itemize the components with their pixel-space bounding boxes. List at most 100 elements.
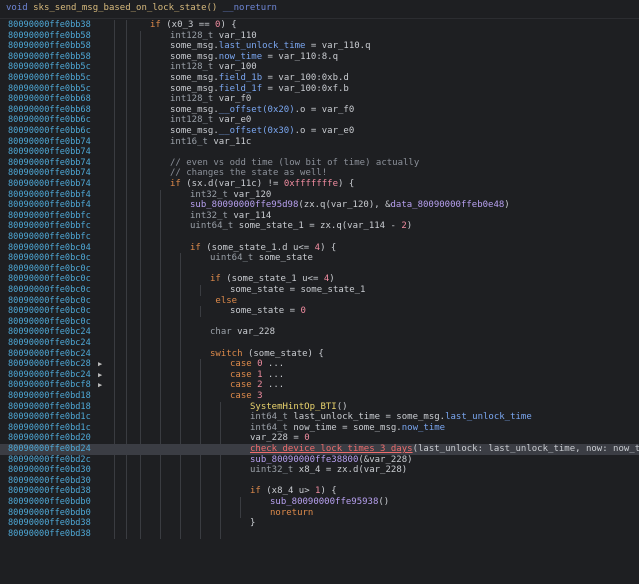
decompiled-code-view[interactable]: 80090000ffe0bb38 if (x0_3 == 0) {80090000… [0, 20, 639, 584]
address-label[interactable]: 80090000ffe0bb58 [8, 41, 91, 52]
code-line[interactable]: 80090000ffe0bb6c int128_t var_e0 [0, 115, 639, 126]
address-label[interactable]: 80090000ffe0bd1c [8, 412, 91, 423]
code-line[interactable]: 80090000ffe0bc28 ▶ case 0 ... [0, 359, 639, 370]
token-fld[interactable]: now_time [219, 52, 262, 62]
code-line[interactable]: 80090000ffe0bb5c some_msg.field_1b = var_… [0, 73, 639, 84]
address-label[interactable]: 80090000ffe0bc0c [8, 253, 91, 264]
code-line[interactable]: 80090000ffe0bbf4 sub_80090000ffe95d98(zx.… [0, 200, 639, 211]
code-line[interactable]: 80090000ffe0bc0c some_state = some_state_… [0, 285, 639, 296]
code-line[interactable]: 80090000ffe0bd38 [0, 529, 639, 540]
code-line[interactable]: 80090000ffe0bc0c if (some_state_1 u<= 4) [0, 274, 639, 285]
address-label[interactable]: 80090000ffe0bbfc [8, 232, 91, 243]
token-sym[interactable]: sub_80090000ffe95d98 [190, 200, 298, 210]
address-label[interactable]: 80090000ffe0bbfc [8, 221, 91, 232]
address-label[interactable]: 80090000ffe0bdb0 [8, 508, 91, 519]
code-line[interactable]: 80090000ffe0bb68 int128_t var_f0 [0, 94, 639, 105]
address-label[interactable]: 80090000ffe0bc0c [8, 306, 91, 317]
token-fld[interactable]: __offset(0x20) [219, 105, 295, 115]
code-line[interactable]: 80090000ffe0bb74 int16_t var_11c [0, 137, 639, 148]
address-label[interactable]: 80090000ffe0bc24 [8, 327, 91, 338]
address-label[interactable]: 80090000ffe0bc0c [8, 285, 91, 296]
code-line[interactable]: 80090000ffe0bb38 if (x0_3 == 0) { [0, 20, 639, 31]
address-label[interactable]: 80090000ffe0bb68 [8, 105, 91, 116]
address-label[interactable]: 80090000ffe0bb5c [8, 62, 91, 73]
address-label[interactable]: 80090000ffe0bd38 [8, 529, 91, 540]
code-line[interactable]: 80090000ffe0bb58 some_msg.last_unlock_tim… [0, 41, 639, 52]
code-line[interactable]: 80090000ffe0bd30 uint32_t x8_4 = zx.d(var… [0, 465, 639, 476]
code-line[interactable]: 80090000ffe0bc24 switch (some_state) { [0, 349, 639, 360]
code-line[interactable]: 80090000ffe0bb74 // changes the state as … [0, 168, 639, 179]
code-line[interactable]: 80090000ffe0bbfc int32_t var_114 [0, 211, 639, 222]
address-label[interactable]: 80090000ffe0bc0c [8, 317, 91, 328]
code-line[interactable]: 80090000ffe0bb5c some_msg.field_1f = var_… [0, 84, 639, 95]
address-label[interactable]: 80090000ffe0bd2c [8, 455, 91, 466]
address-label[interactable]: 80090000ffe0bb6c [8, 115, 91, 126]
address-label[interactable]: 80090000ffe0bd18 [8, 391, 91, 402]
code-line[interactable]: 80090000ffe0bd18 SystemHintOp_BTI() [0, 402, 639, 413]
code-line[interactable]: 80090000ffe0bb74 if (sx.d(var_11c) != 0xf… [0, 179, 639, 190]
code-line[interactable]: 80090000ffe0bdb0 sub_80090000ffe95938() [0, 497, 639, 508]
code-line[interactable]: 80090000ffe0bbfc [0, 232, 639, 243]
address-label[interactable]: 80090000ffe0bc0c [8, 274, 91, 285]
address-label[interactable]: 80090000ffe0bc24 [8, 349, 91, 360]
address-label[interactable]: 80090000ffe0bd30 [8, 476, 91, 487]
function-name[interactable]: sks_send_msg_based_on_lock_state() [33, 3, 217, 13]
code-line[interactable]: 80090000ffe0bb58 int128_t var_110 [0, 31, 639, 42]
address-label[interactable]: 80090000ffe0bb5c [8, 73, 91, 84]
token-err[interactable]: check_device_lock_times_3_days [250, 444, 413, 454]
code-line[interactable]: 80090000ffe0bb74 [0, 147, 639, 158]
token-sym[interactable]: sub_80090000ffe95938 [270, 497, 378, 507]
address-label[interactable]: 80090000ffe0bd38 [8, 518, 91, 529]
token-fld[interactable]: last_unlock_time [445, 412, 532, 422]
code-line[interactable]: 80090000ffe0bd30 [0, 476, 639, 487]
token-fld[interactable]: last_unlock_time [219, 41, 306, 51]
address-label[interactable]: 80090000ffe0bc28 [8, 359, 91, 370]
address-label[interactable]: 80090000ffe0bd30 [8, 465, 91, 476]
token-sym[interactable]: data_80090000ffeb0e48 [391, 200, 505, 210]
address-label[interactable]: 80090000ffe0bb6c [8, 126, 91, 137]
address-label[interactable]: 80090000ffe0bc24 [8, 338, 91, 349]
code-line-highlighted[interactable]: 80090000ffe0bd24 check_device_lock_times_… [0, 444, 639, 455]
token-sym[interactable]: sub_80090000ffe38800 [250, 455, 358, 465]
code-line[interactable]: 80090000ffe0bc24 char var_228 [0, 327, 639, 338]
address-label[interactable]: 80090000ffe0bbfc [8, 211, 91, 222]
code-line[interactable]: 80090000ffe0bbf4 int32_t var_120 [0, 190, 639, 201]
expand-arrow-icon[interactable]: ▶ [98, 370, 102, 381]
address-label[interactable]: 80090000ffe0bb74 [8, 137, 91, 148]
code-line[interactable]: 80090000ffe0bb6c some_msg.__offset(0x30).… [0, 126, 639, 137]
expand-arrow-icon[interactable]: ▶ [98, 380, 102, 391]
address-label[interactable]: 80090000ffe0bb38 [8, 20, 91, 31]
address-label[interactable]: 80090000ffe0bb58 [8, 31, 91, 42]
code-line[interactable]: 80090000ffe0bd38} [0, 518, 639, 529]
code-line[interactable]: 80090000ffe0bb68 some_msg.__offset(0x20).… [0, 105, 639, 116]
code-line[interactable]: 80090000ffe0bd18 case 3 [0, 391, 639, 402]
address-label[interactable]: 80090000ffe0bbf4 [8, 190, 91, 201]
expand-arrow-icon[interactable]: ▶ [98, 359, 102, 370]
address-label[interactable]: 80090000ffe0bb5c [8, 84, 91, 95]
address-label[interactable]: 80090000ffe0bbf4 [8, 200, 91, 211]
address-label[interactable]: 80090000ffe0bc04 [8, 243, 91, 254]
code-line[interactable]: 80090000ffe0bc0c else [0, 296, 639, 307]
code-line[interactable]: 80090000ffe0bdb0 noreturn [0, 508, 639, 519]
code-line[interactable]: 80090000ffe0bd2c sub_80090000ffe38800(&va… [0, 455, 639, 466]
address-label[interactable]: 80090000ffe0bb58 [8, 52, 91, 63]
code-line[interactable]: 80090000ffe0bd1c int64_t last_unlock_time… [0, 412, 639, 423]
code-line[interactable]: 80090000ffe0bd20 var_228 = 0 [0, 433, 639, 444]
address-label[interactable]: 80090000ffe0bcf8 [8, 380, 91, 391]
token-fld[interactable]: __offset(0x30) [219, 126, 295, 136]
code-line[interactable]: 80090000ffe0bcf8 ▶ case 2 ... [0, 380, 639, 391]
code-line[interactable]: 80090000ffe0bbfc uint64_t some_state_1 = … [0, 221, 639, 232]
code-line[interactable]: 80090000ffe0bc24 ▶ case 1 ... [0, 370, 639, 381]
address-label[interactable]: 80090000ffe0bb68 [8, 94, 91, 105]
code-line[interactable]: 80090000ffe0bc0c [0, 317, 639, 328]
address-label[interactable]: 80090000ffe0bdb0 [8, 497, 91, 508]
code-line[interactable]: 80090000ffe0bb5c int128_t var_100 [0, 62, 639, 73]
token-fld[interactable]: now_time [402, 423, 445, 433]
code-line[interactable]: 80090000ffe0bd38 if (x8_4 u> 1) { [0, 486, 639, 497]
token-call[interactable]: SystemHintOp_BTI [250, 402, 337, 412]
address-label[interactable]: 80090000ffe0bd38 [8, 486, 91, 497]
code-line[interactable]: 80090000ffe0bb58 some_msg.now_time = var_… [0, 52, 639, 63]
address-label[interactable]: 80090000ffe0bd24 [8, 444, 91, 455]
code-line[interactable]: 80090000ffe0bc0c uint64_t some_state [0, 253, 639, 264]
code-line[interactable]: 80090000ffe0bc0c [0, 264, 639, 275]
